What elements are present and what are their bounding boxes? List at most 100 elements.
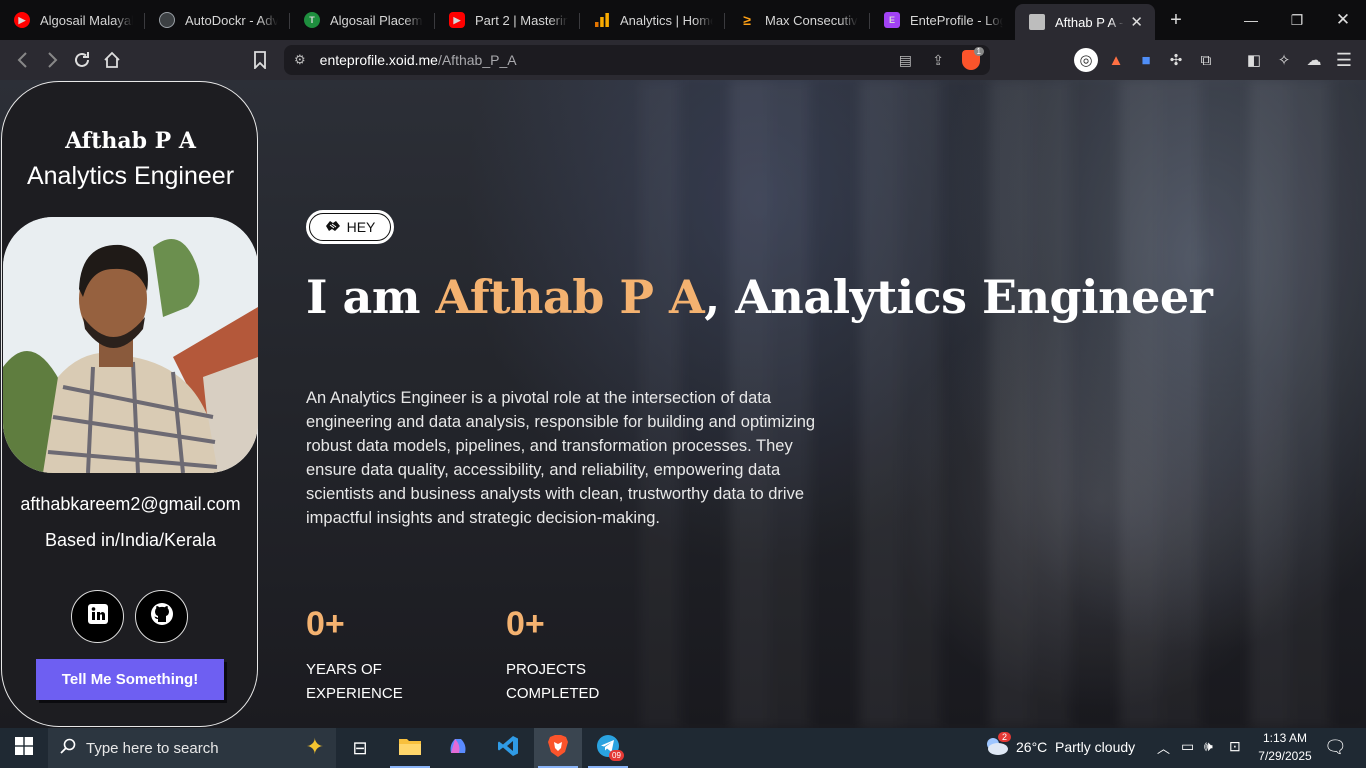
linkedin-icon bbox=[87, 604, 108, 629]
linkedin-button[interactable] bbox=[71, 590, 124, 643]
tab-title: AutoDockr - Advanced bbox=[185, 12, 278, 28]
weather-cloud-icon bbox=[984, 738, 1010, 762]
task-view-icon: ⊟ bbox=[352, 737, 368, 758]
brave-browser-button[interactable] bbox=[534, 728, 582, 768]
tab-max-consecutive[interactable]: ≥ Max Consecutive Ones bbox=[725, 4, 870, 36]
webpage: Afthab P A Analytics Engineer afthabkare… bbox=[0, 80, 1366, 728]
autodockr-icon bbox=[159, 12, 175, 28]
address-bar[interactable]: ⚙ enteprofile.xoid.me/Afthab_P_A ▤ ⇪ 1 bbox=[284, 45, 990, 75]
forward-button[interactable] bbox=[37, 45, 67, 75]
weather-description[interactable]: Partly cloudy bbox=[1055, 739, 1135, 755]
start-button[interactable] bbox=[0, 728, 48, 768]
hey-badge-inner: HEY bbox=[309, 213, 391, 241]
volume-icon[interactable]: 🕪 bbox=[1204, 738, 1213, 755]
headline-prefix: I am bbox=[306, 270, 436, 324]
vscode-button[interactable] bbox=[484, 728, 532, 768]
tab-title: Max Consecutive Ones bbox=[765, 12, 858, 28]
notification-center-icon[interactable]: 🗨 bbox=[1324, 737, 1347, 758]
search-tab-icon[interactable]: ⧉ bbox=[1194, 48, 1218, 72]
windows-logo-icon bbox=[15, 736, 33, 760]
profile-name: Afthab P A bbox=[65, 128, 196, 154]
leo-ai-icon[interactable]: ✧ bbox=[1272, 48, 1296, 72]
tell-me-something-button[interactable]: Tell Me Something! bbox=[36, 659, 224, 700]
close-window-button[interactable]: ✕ bbox=[1320, 0, 1366, 40]
algosail-icon: T bbox=[304, 12, 320, 28]
show-hidden-icons-chevron-icon[interactable]: ︿ bbox=[1157, 738, 1170, 757]
url-host: enteprofile.xoid.me bbox=[319, 52, 438, 68]
weather-alert-badge: 2 bbox=[998, 732, 1012, 742]
tab-afthab-profile[interactable]: Afthab P A - Analytics ✕ bbox=[1015, 4, 1155, 40]
stat-years-label-line1: YEARS OF bbox=[306, 661, 382, 678]
tab-autodockr[interactable]: AutoDockr - Advanced bbox=[145, 4, 290, 36]
battery-icon[interactable]: ▭ bbox=[1181, 738, 1194, 755]
profile-email[interactable]: afthabkareem2@gmail.com bbox=[2, 494, 259, 515]
tab-title: Algosail Malayalam bbox=[40, 12, 133, 28]
share-icon[interactable]: ⇪ bbox=[932, 52, 944, 69]
search-placeholder: Type here to search bbox=[86, 739, 219, 757]
github-icon bbox=[150, 602, 174, 631]
clock-date[interactable]: 7/29/2025 bbox=[1254, 749, 1316, 763]
menu-icon[interactable]: ☰ bbox=[1332, 48, 1356, 72]
stat-projects-label: PROJECTS COMPLETED bbox=[506, 658, 599, 706]
tab-mastering[interactable]: ▶ Part 2 | Mastering bbox=[435, 4, 580, 36]
profile-role: Analytics Engineer bbox=[26, 162, 235, 190]
extension-bookmark-icon[interactable]: ■ bbox=[1134, 48, 1158, 72]
url-path: /Afthab_P_A bbox=[437, 52, 517, 68]
handshake-icon bbox=[325, 219, 341, 236]
headline-suffix: , Analytics Engineer bbox=[704, 270, 1213, 324]
tab-title: Analytics | Home bbox=[620, 12, 713, 28]
stat-years-value: 0+ bbox=[306, 605, 345, 643]
taskbar-search[interactable]: Type here to search ✦ bbox=[48, 728, 336, 768]
telegram-button[interactable]: 09 bbox=[584, 728, 632, 768]
github-button[interactable] bbox=[135, 590, 188, 643]
new-tab-button[interactable]: + bbox=[1161, 5, 1191, 35]
minimize-button[interactable]: — bbox=[1228, 0, 1274, 40]
extension-fox-icon[interactable]: ▲ bbox=[1104, 48, 1128, 72]
file-explorer-button[interactable] bbox=[386, 728, 434, 768]
home-button[interactable] bbox=[97, 45, 127, 75]
reader-mode-icon[interactable]: ▤ bbox=[899, 52, 912, 69]
tab-analytics-home[interactable]: Analytics | Home bbox=[580, 4, 725, 36]
leetcode-icon: ≥ bbox=[743, 12, 751, 28]
weather-widget[interactable]: 2 bbox=[984, 732, 1012, 763]
hero-headline: I am Afthab P A, Analytics Engineer bbox=[306, 270, 1213, 324]
windows-taskbar: Type here to search ✦ ⊟ 09 2 26°C Partly… bbox=[0, 728, 1366, 768]
extension-circle-icon[interactable]: ◎ bbox=[1074, 48, 1098, 72]
vpn-icon[interactable]: ☁ bbox=[1302, 48, 1326, 72]
clock-time[interactable]: 1:13 AM bbox=[1257, 731, 1313, 745]
headline-name: Afthab P A bbox=[435, 270, 705, 324]
close-tab-icon[interactable]: ✕ bbox=[1124, 13, 1143, 31]
tab-algosail-malayalam[interactable]: ▶ Algosail Malayalam bbox=[0, 4, 145, 36]
weather-temperature[interactable]: 26°C bbox=[1016, 739, 1047, 755]
tab-title: Afthab P A - Analytics bbox=[1055, 14, 1124, 30]
extensions-puzzle-icon[interactable]: ✣ bbox=[1164, 48, 1188, 72]
telegram-unread-badge: 09 bbox=[609, 750, 624, 761]
hey-badge-label: HEY bbox=[346, 219, 376, 235]
back-button[interactable] bbox=[8, 45, 38, 75]
shields-count-badge: 1 bbox=[973, 47, 984, 56]
reload-button[interactable] bbox=[67, 45, 97, 75]
hey-badge: HEY bbox=[306, 210, 394, 244]
sidebar-icon[interactable]: ◧ bbox=[1242, 48, 1266, 72]
network-icon[interactable]: ⊡ bbox=[1229, 738, 1241, 755]
enteprofile-icon: E bbox=[884, 12, 900, 28]
site-info-icon[interactable]: ⚙ bbox=[294, 52, 306, 68]
stat-projects-value: 0+ bbox=[506, 605, 545, 643]
folder-icon bbox=[399, 737, 421, 760]
hero-description: An Analytics Engineer is a pivotal role … bbox=[306, 389, 816, 527]
tab-enteprofile-logs[interactable]: E EnteProfile - Logs bbox=[870, 4, 1015, 36]
task-view-button[interactable]: ⊟ bbox=[336, 728, 384, 768]
copilot-sparkle-icon: ✦ bbox=[305, 734, 324, 759]
restore-button[interactable]: ❐ bbox=[1274, 0, 1320, 40]
bookmark-icon[interactable] bbox=[245, 45, 275, 75]
tab-algosail-placement[interactable]: T Algosail Placement bbox=[290, 4, 435, 36]
profile-card: Afthab P A Analytics Engineer afthabkare… bbox=[1, 81, 258, 727]
copilot-button[interactable] bbox=[434, 728, 482, 768]
youtube-icon: ▶ bbox=[449, 12, 465, 28]
browser-toolbar: ⚙ enteprofile.xoid.me/Afthab_P_A ▤ ⇪ 1 ◎… bbox=[0, 40, 1366, 80]
youtube-icon: ▶ bbox=[14, 12, 30, 28]
browser-tab-strip: ▶ Algosail Malayalam AutoDockr - Advance… bbox=[0, 0, 1366, 40]
tab-title: Algosail Placement bbox=[330, 12, 423, 28]
tab-title: EnteProfile - Logs bbox=[910, 12, 1003, 28]
stat-years-label: YEARS OF EXPERIENCE bbox=[306, 658, 403, 706]
